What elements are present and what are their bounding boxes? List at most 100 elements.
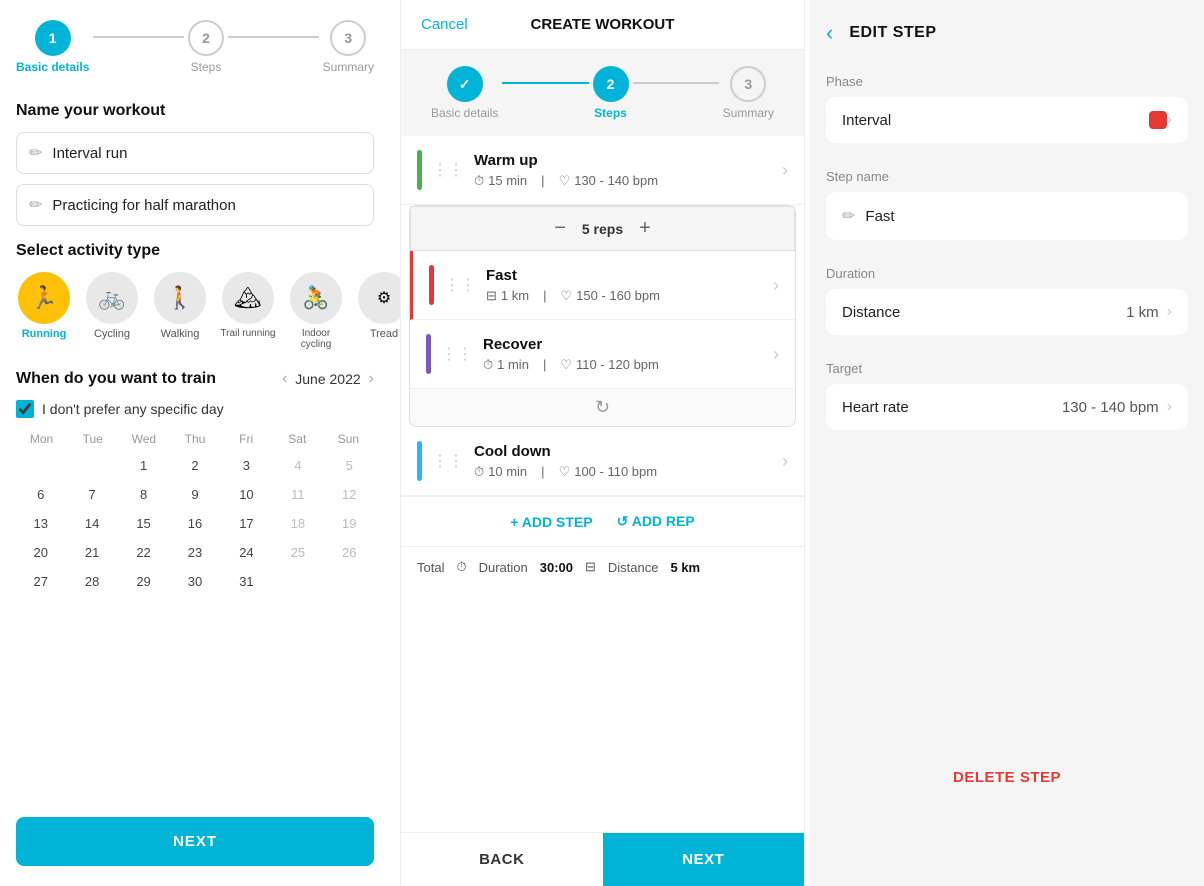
recover-name: Recover: [483, 336, 773, 353]
phase-card: Interval ›: [826, 97, 1188, 143]
cooldown-step[interactable]: ⋮⋮ Cool down ⏱ 10 min | ♡ 100 - 110 bpm …: [401, 427, 804, 496]
step-3-circle: 3: [330, 20, 366, 56]
reps-bar: − 5 reps +: [410, 206, 795, 251]
warmup-duration: ⏱ 15 min: [474, 173, 527, 189]
right-panel: ‹ EDIT STEP Phase Interval › Step name ✏…: [810, 0, 1204, 886]
m-step-line-2: [633, 82, 719, 84]
step-name-value: Fast: [865, 208, 1172, 225]
cancel-button[interactable]: Cancel: [421, 16, 468, 33]
add-step-button[interactable]: + ADD STEP: [510, 514, 592, 530]
add-rep-button[interactable]: ↺ ADD REP: [617, 513, 695, 530]
cooldown-hr: ♡ 100 - 110 bpm: [559, 464, 658, 480]
m-step-1-circle: ✓: [447, 66, 483, 102]
step-line-1: [93, 36, 184, 38]
left-stepper: 1 Basic details 2 Steps 3 Summary: [16, 20, 374, 74]
cooldown-duration: ⏱ 10 min: [474, 464, 527, 480]
middle-panel: Cancel CREATE WORKOUT ✓ Basic details 2 …: [400, 0, 805, 886]
duration-row[interactable]: Distance 1 km ›: [826, 289, 1188, 335]
duration-label: Duration: [826, 266, 1188, 281]
duration-section: Duration Distance 1 km ›: [810, 258, 1204, 341]
recover-hr: ♡ 110 - 120 bpm: [560, 357, 659, 373]
step-3: 3 Summary: [323, 20, 374, 74]
workout-name-input-row[interactable]: ✏: [16, 132, 374, 174]
reps-minus-btn[interactable]: −: [554, 217, 566, 240]
middle-next-button[interactable]: NEXT: [603, 833, 805, 886]
m-step-3-circle: 3: [730, 66, 766, 102]
step-2: 2 Steps: [188, 20, 224, 74]
duration-card: Distance 1 km ›: [826, 289, 1188, 335]
workout-desc-input-row[interactable]: ✏: [16, 184, 374, 226]
running-label: Running: [22, 328, 67, 340]
step-name-label: Step name: [826, 169, 1188, 184]
duration-type: Distance: [842, 304, 1126, 321]
workout-steps: ⋮⋮ Warm up ⏱ 15 min | ♡ 130 - 140 bpm › …: [401, 136, 804, 587]
phase-row[interactable]: Interval ›: [826, 97, 1188, 143]
repeat-icon-row: ↻: [410, 389, 795, 426]
workout-name-input[interactable]: [52, 145, 361, 162]
fast-hr: ♡ 150 - 160 bpm: [560, 288, 660, 304]
left-next-button[interactable]: NEXT: [16, 817, 374, 866]
step-2-circle: 2: [188, 20, 224, 56]
step-1: 1 Basic details: [16, 20, 89, 74]
warmup-chevron: ›: [782, 160, 788, 181]
m-step-line-1: [502, 82, 588, 84]
activity-list: 🏃 Running 🚲 Cycling 🚶 Walking 🏔 Trail ru…: [16, 272, 374, 350]
total-label: Total: [417, 560, 444, 575]
step-1-circle: 1: [35, 20, 71, 56]
cooldown-chevron: ›: [782, 451, 788, 472]
m-step-3: 3 Summary: [723, 66, 774, 120]
step-1-label: Basic details: [16, 60, 89, 74]
delete-step-button[interactable]: DELETE STEP: [810, 749, 1204, 806]
edit-step-header: ‹ EDIT STEP: [810, 0, 1204, 66]
fast-step[interactable]: ⋮⋮ Fast ⊟ 1 km | ♡ 150 - 160 bpm ›: [410, 251, 795, 320]
fast-name: Fast: [486, 267, 773, 284]
heart-icon-3: ♡: [560, 357, 572, 373]
target-section: Target Heart rate 130 - 140 bpm ›: [810, 353, 1204, 436]
activity-cycling[interactable]: 🚲 Cycling: [84, 272, 140, 350]
distance-icon-total: ⊟: [585, 559, 596, 575]
phase-chevron: ›: [1167, 111, 1172, 129]
fast-drag-handle[interactable]: ⋮⋮: [444, 275, 476, 295]
step-name-edit-icon: ✏: [842, 206, 855, 226]
activity-trail[interactable]: 🏔 Trail running: [220, 272, 276, 350]
interval-badge: [1149, 111, 1167, 129]
clock-icon-total: ⏱: [456, 559, 466, 575]
fast-distance: ⊟ 1 km: [486, 288, 529, 304]
cooldown-name: Cool down: [474, 443, 782, 460]
target-row[interactable]: Heart rate 130 - 140 bpm ›: [826, 384, 1188, 430]
recover-step[interactable]: ⋮⋮ Recover ⏱ 1 min | ♡ 110 - 120 bpm ›: [410, 320, 795, 389]
prev-month-btn[interactable]: ‹: [282, 370, 287, 388]
reps-plus-btn[interactable]: +: [639, 217, 651, 240]
activity-running[interactable]: 🏃 Running: [16, 272, 72, 350]
back-button[interactable]: BACK: [401, 833, 603, 886]
trail-icon: 🏔: [222, 272, 274, 324]
total-bar: Total ⏱ Duration 30:00 ⊟ Distance 5 km: [401, 546, 804, 587]
add-step-row: + ADD STEP ↺ ADD REP: [401, 496, 804, 546]
activity-walking[interactable]: 🚶 Walking: [152, 272, 208, 350]
fast-info: Fast ⊟ 1 km | ♡ 150 - 160 bpm: [486, 267, 773, 304]
m-step-2-circle: 2: [593, 66, 629, 102]
cooldown-meta: ⏱ 10 min | ♡ 100 - 110 bpm: [474, 464, 782, 480]
month-nav: ‹ June 2022 ›: [282, 370, 374, 388]
workout-desc-input[interactable]: [52, 197, 361, 214]
cooldown-color-bar: [417, 441, 422, 481]
recover-drag-handle[interactable]: ⋮⋮: [441, 344, 473, 364]
phase-label: Phase: [826, 74, 1188, 89]
modal-footer: BACK NEXT: [401, 832, 804, 886]
cooldown-drag-handle[interactable]: ⋮⋮: [432, 451, 464, 471]
step-name-row[interactable]: ✏ Fast: [826, 192, 1188, 240]
no-pref-checkbox[interactable]: [16, 400, 34, 418]
warmup-step[interactable]: ⋮⋮ Warm up ⏱ 15 min | ♡ 130 - 140 bpm ›: [401, 136, 804, 205]
reps-count: 5 reps: [582, 221, 623, 237]
next-month-btn[interactable]: ›: [369, 370, 374, 388]
indoor-cycling-label: Indoor cycling: [288, 328, 344, 350]
heart-icon: ♡: [559, 173, 571, 189]
activity-indoor-cycling[interactable]: 🚴 Indoor cycling: [288, 272, 344, 350]
fast-color-bar: [429, 265, 434, 305]
warmup-meta: ⏱ 15 min | ♡ 130 - 140 bpm: [474, 173, 782, 189]
walking-icon: 🚶: [154, 272, 206, 324]
m-step-1-label: Basic details: [431, 106, 498, 120]
warmup-drag-handle[interactable]: ⋮⋮: [432, 160, 464, 180]
edit-step-back-btn[interactable]: ‹: [826, 20, 833, 46]
no-pref-row: I don't prefer any specific day: [16, 400, 374, 418]
